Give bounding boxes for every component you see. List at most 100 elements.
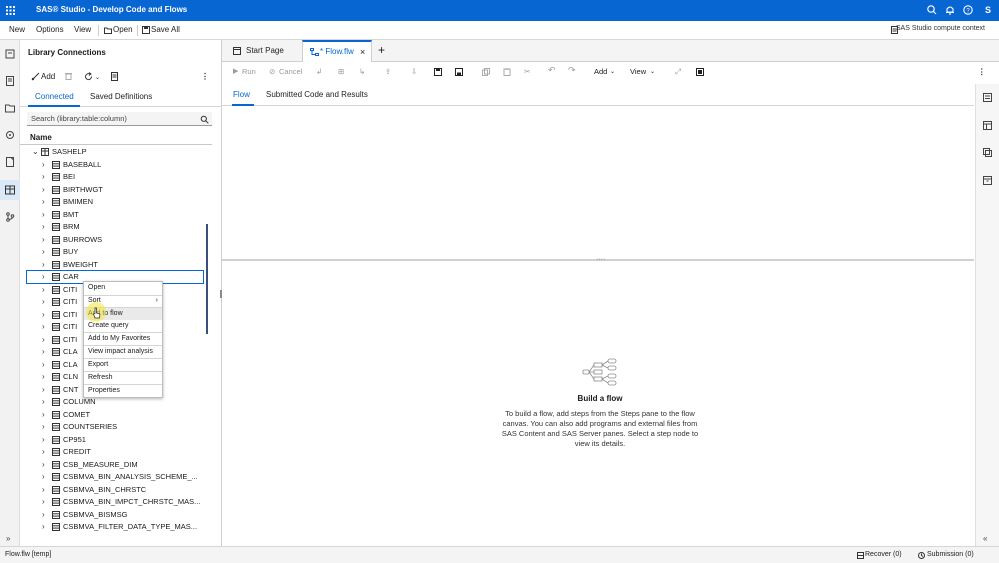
tree-table-item[interactable]: › BEI [20,171,212,183]
name-column-header[interactable]: Name [20,131,212,145]
tab-flow-canvas[interactable]: Flow [233,90,250,99]
close-tab-icon[interactable]: × [360,42,365,62]
chevron-right-icon[interactable]: › [42,434,50,446]
chevron-down-icon[interactable]: ⌄ [650,68,655,75]
refresh-icon[interactable] [84,72,93,81]
node-details-icon[interactable] [983,93,992,102]
run-node-icon[interactable]: ⊞ [338,67,344,76]
tree-table-item[interactable]: › BUY [20,246,212,258]
splitter-handle-icon[interactable]: ···· [596,256,605,263]
chevron-right-icon[interactable]: › [42,359,50,371]
more-options-icon[interactable]: ⋮ [201,72,209,81]
open-item-icon[interactable] [5,49,15,59]
tab-connected[interactable]: Connected [35,92,74,101]
open-button[interactable]: Open [113,25,133,34]
cut-icon[interactable]: ✂ [524,67,530,76]
chevron-right-icon[interactable]: › [42,196,50,208]
sas-content-icon[interactable] [5,103,15,113]
run-icon[interactable]: ▶ [233,67,238,75]
tree-table-item[interactable]: › CSBMVA_BIN_CHRSTC [20,484,212,496]
chevron-right-icon[interactable]: › [42,284,50,296]
recover-button[interactable]: Recover (0) [865,551,902,558]
properties-icon[interactable] [111,72,118,81]
tree-table-item[interactable]: › BASEBALL [20,159,212,171]
menu-item-properties[interactable]: Properties [84,385,162,397]
chevron-right-icon[interactable]: › [42,309,50,321]
chevron-right-icon[interactable]: › [42,171,50,183]
user-avatar[interactable]: S [982,4,994,16]
tree-table-item[interactable]: › CSBMVA_BISMSG [20,509,212,521]
add-menu-button[interactable]: Add [594,67,607,76]
chevron-right-icon[interactable]: › [42,471,50,483]
library-search-input[interactable] [27,112,212,126]
chevron-right-icon[interactable]: › [42,346,50,358]
paste-icon[interactable] [503,68,511,76]
chevron-right-icon[interactable]: › [42,521,50,533]
menu-item-open[interactable]: Open [84,282,162,294]
collapse-rail-icon[interactable]: « [983,534,987,543]
tree-table-item[interactable]: › CSBMVA_BIN_IMPCT_CHRSTC_MAS... [20,496,212,508]
chevron-right-icon[interactable]: › [42,484,50,496]
tree-library-sashelp[interactable]: ⌄ SASHELP [20,146,212,158]
menu-item-export[interactable]: Export [84,359,162,371]
table-view-icon[interactable] [983,121,992,130]
menu-new[interactable]: New [9,25,25,34]
tab-saved-definitions[interactable]: Saved Definitions [90,92,152,101]
snippets-icon[interactable] [5,157,15,167]
sas-server-icon[interactable] [5,76,15,86]
overview-map-icon[interactable] [696,68,704,76]
tree-table-item[interactable]: › COUNTSERIES [20,421,212,433]
download-icon[interactable]: ⇩ [411,67,417,76]
save-all-button[interactable]: Save All [151,25,180,34]
tree-table-item[interactable]: › COMET [20,409,212,421]
libraries-nav-item[interactable] [0,180,20,200]
chevron-right-icon[interactable]: › [42,409,50,421]
compute-context-label[interactable]: SAS Studio compute context [896,25,985,32]
chevron-right-icon[interactable]: › [42,396,50,408]
tree-table-item[interactable]: › BMIMEN [20,196,212,208]
chevron-down-icon[interactable]: ⌄ [610,68,615,75]
chevron-right-icon[interactable]: › [42,184,50,196]
tree-table-item[interactable]: › CSB_MEASURE_DIM [20,459,212,471]
panel-resize-handle[interactable] [220,290,222,298]
upload-icon[interactable]: ⇪ [385,67,391,76]
new-tab-icon[interactable]: + [378,43,385,57]
submission-button[interactable]: Submission (0) [927,551,974,558]
copy-icon[interactable] [482,68,490,76]
cancel-button[interactable]: Cancel [279,67,302,76]
undo-icon[interactable]: ↶ [548,65,556,76]
tab-submitted-code-and-results[interactable]: Submitted Code and Results [266,90,368,99]
chevron-right-icon[interactable]: › [42,384,50,396]
chevron-right-icon[interactable]: › [42,221,50,233]
run-button[interactable]: Run [242,67,256,76]
tree-table-item[interactable]: › BURROWS [20,234,212,246]
tree-table-item[interactable]: › BRM [20,221,212,233]
chevron-right-icon[interactable]: › [42,334,50,346]
chevron-right-icon[interactable]: › [42,321,50,333]
tree-table-item[interactable]: › BIRTHWGT [20,184,212,196]
chevron-right-icon[interactable]: › [42,271,50,283]
run-downstream-icon[interactable]: ↳ [359,67,365,76]
chevron-right-icon[interactable]: › [42,496,50,508]
delete-icon[interactable] [65,72,72,80]
app-grid-icon[interactable] [6,6,15,15]
chevron-right-icon[interactable]: › [42,246,50,258]
chevron-right-icon[interactable]: › [42,446,50,458]
chevron-right-icon[interactable]: › [42,259,50,271]
save-icon[interactable] [434,68,442,76]
menu-item-add-to-favorites[interactable]: Add to My Favorites [84,333,162,345]
tab-flow[interactable]: * Flow.flw × [302,40,372,62]
chevron-right-icon[interactable]: › [42,421,50,433]
menu-item-view-impact-analysis[interactable]: View impact analysis [84,346,162,358]
chevron-right-icon[interactable]: › [42,159,50,171]
chevron-right-icon[interactable]: › [42,296,50,308]
more-options-icon[interactable]: ⋮ [978,67,986,76]
fit-to-screen-icon[interactable]: ⤢ [675,67,681,77]
menu-options[interactable]: Options [36,25,64,34]
steps-icon[interactable] [5,130,15,140]
run-upstream-icon[interactable]: ↲ [316,67,322,76]
tree-table-item[interactable]: › CREDIT [20,446,212,458]
chevron-right-icon[interactable]: › [42,371,50,383]
tree-table-item[interactable]: › BWEIGHT [20,259,212,271]
save-as-icon[interactable] [455,68,463,76]
